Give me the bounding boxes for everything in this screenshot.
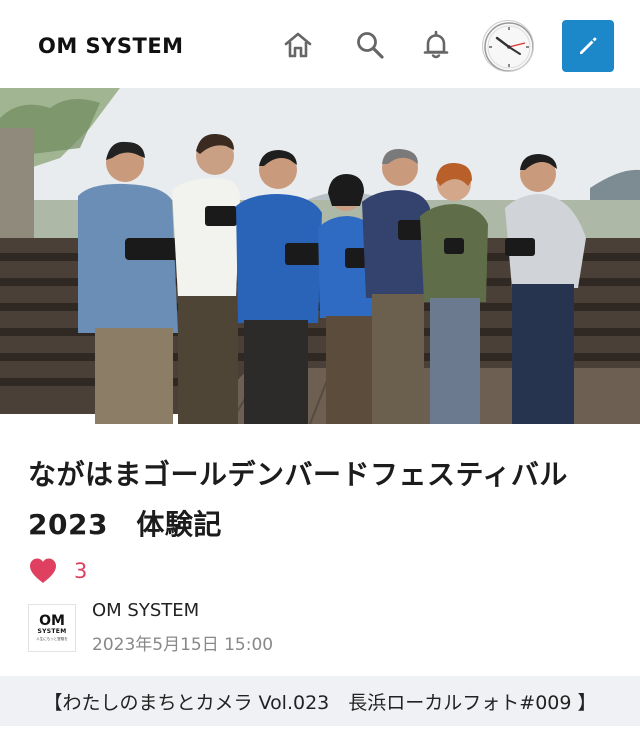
search-icon[interactable]: [351, 26, 389, 64]
author-avatar[interactable]: OM SYSTEM 人生にもっと冒険を: [28, 604, 76, 652]
author-logo-tagline: 人生にもっと冒険を: [36, 636, 68, 641]
author-name[interactable]: OM SYSTEM: [92, 600, 199, 621]
post-date: 2023年5月15日 15:00: [92, 635, 274, 655]
user-avatar-clock[interactable]: [482, 20, 534, 72]
pencil-icon: [580, 37, 597, 54]
author-logo-om: OM: [39, 612, 65, 629]
om-system-logo[interactable]: OM SYSTEM: [38, 34, 184, 58]
app-header: OM SYSTEM: [0, 0, 640, 90]
article-hero-photo: [0, 88, 640, 424]
heart-icon: [30, 558, 56, 583]
like-button[interactable]: 3: [28, 556, 87, 586]
series-banner: 【わたしのまちとカメラ Vol.023 長浜ローカルフォト#009 】: [0, 676, 640, 726]
home-icon[interactable]: [279, 26, 317, 64]
edit-post-button[interactable]: [562, 20, 614, 72]
article-title-line1: ながはまゴールデンバードフェスティバル: [28, 458, 568, 491]
article-title-line2: 2023 体験記: [28, 508, 222, 541]
article-title: ながはまゴールデンバードフェスティバル 2023 体験記: [28, 450, 618, 550]
like-count: 3: [74, 559, 88, 583]
bell-icon[interactable]: [417, 26, 455, 64]
author-logo-system: SYSTEM: [37, 627, 67, 635]
